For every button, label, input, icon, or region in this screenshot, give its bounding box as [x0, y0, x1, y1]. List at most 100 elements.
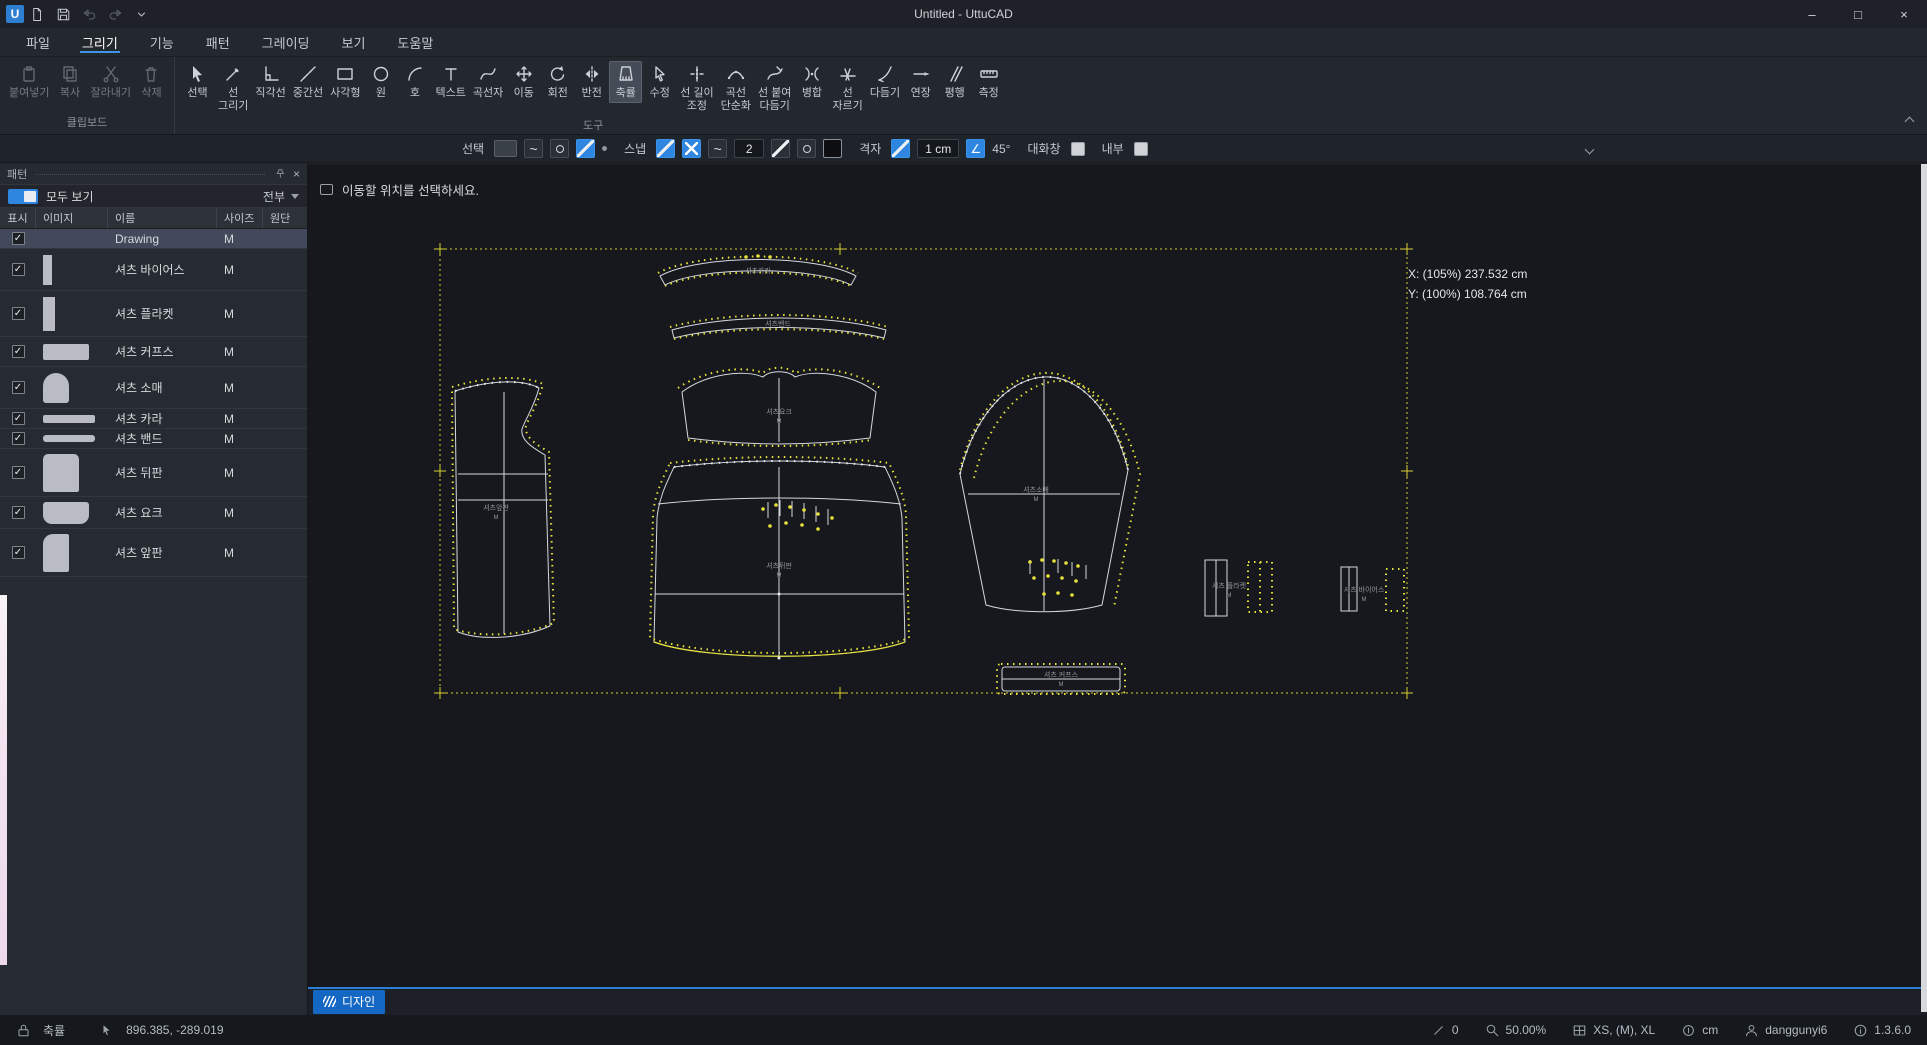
- table-row-front[interactable]: ✓ 셔츠 앞판 M: [0, 529, 307, 577]
- snap-curve-icon[interactable]: [708, 139, 727, 158]
- visibility-checkbox[interactable]: ✓: [12, 307, 25, 320]
- undo-icon[interactable]: [76, 3, 102, 25]
- tool-extend[interactable]: 연장: [904, 61, 937, 103]
- grid-pen-icon[interactable]: [891, 139, 910, 158]
- piece-band[interactable]: 셔츠밴드: [670, 315, 888, 339]
- tool-trim[interactable]: 다듬기: [867, 61, 903, 103]
- tool-text[interactable]: 텍스트: [432, 61, 468, 103]
- delete-button[interactable]: 삭제: [135, 61, 168, 103]
- menu-pattern[interactable]: 패턴: [190, 28, 246, 56]
- piece-sleeve[interactable]: 셔츠소매 M: [960, 373, 1140, 612]
- snap-distance-input[interactable]: 2: [734, 139, 764, 158]
- freehand-select-icon[interactable]: [524, 139, 543, 158]
- tool-arc[interactable]: 호: [398, 61, 431, 103]
- grid-angle-icon[interactable]: [966, 139, 985, 158]
- close-button[interactable]: ×: [1881, 0, 1927, 28]
- table-row-drawing[interactable]: ✓ Drawing M: [0, 229, 307, 249]
- maximize-button[interactable]: □: [1835, 0, 1881, 28]
- col-image[interactable]: 이미지: [36, 208, 108, 228]
- tool-curve-ruler[interactable]: 곡선자: [470, 61, 506, 103]
- tool-select[interactable]: 선택: [181, 61, 214, 103]
- visibility-checkbox[interactable]: ✓: [12, 412, 25, 425]
- piece-back[interactable]: 셔츠뒤판 M: [650, 457, 909, 660]
- col-size[interactable]: 사이즈: [217, 208, 263, 228]
- quickbar-dropdown-icon[interactable]: [128, 3, 154, 25]
- table-row-back[interactable]: ✓ 셔츠 뒤판 M: [0, 449, 307, 497]
- tool-line-attach-trim[interactable]: 선 붙여 다듬기: [755, 61, 794, 115]
- tool-line-length-adjust[interactable]: 선 길이 조정: [677, 61, 716, 115]
- visibility-checkbox[interactable]: ✓: [12, 263, 25, 276]
- image-select-icon[interactable]: [494, 140, 517, 157]
- table-row-cuffs[interactable]: ✓ 셔츠 커프스 M: [0, 337, 307, 367]
- menu-help[interactable]: 도움말: [381, 28, 449, 56]
- tab-design[interactable]: 디자인: [313, 990, 385, 1014]
- table-row-sleeve[interactable]: ✓ 셔츠 소매 M: [0, 367, 307, 409]
- table-row-bias[interactable]: ✓ 셔츠 바이어스 M: [0, 249, 307, 291]
- pattern-canvas[interactable]: 셔츠카라 셔츠밴드 셔츠요크 M: [308, 164, 1922, 988]
- col-fabric[interactable]: 원단: [263, 208, 307, 228]
- drawing-canvas[interactable]: 셔츠카라 셔츠밴드 셔츠요크 M: [308, 164, 1927, 1015]
- tool-rectangle[interactable]: 사각형: [327, 61, 363, 103]
- menu-function[interactable]: 기능: [134, 28, 190, 56]
- snap-pen-icon[interactable]: [656, 139, 675, 158]
- settings-more-icon[interactable]: [1585, 145, 1595, 155]
- tool-line-cut[interactable]: 선 자르기: [829, 61, 865, 115]
- col-name[interactable]: 이름: [108, 208, 217, 228]
- piece-yoke[interactable]: 셔츠요크 M: [678, 368, 880, 446]
- menu-grading[interactable]: 그레이딩: [246, 28, 326, 56]
- menu-view[interactable]: 보기: [326, 28, 382, 56]
- line-select-icon[interactable]: [576, 139, 595, 158]
- unit-control[interactable]: cm: [1681, 1023, 1718, 1038]
- visibility-checkbox[interactable]: ✓: [12, 232, 25, 245]
- grid-angle-value[interactable]: 45°: [992, 142, 1010, 156]
- menu-file[interactable]: 파일: [10, 28, 66, 56]
- piece-collar[interactable]: 셔츠카라: [658, 254, 858, 286]
- cut-button[interactable]: 잘라내기: [87, 61, 133, 103]
- tool-right-angle-line[interactable]: 직각선: [252, 61, 288, 103]
- minimize-button[interactable]: –: [1789, 0, 1835, 28]
- tool-modify[interactable]: 수정: [643, 61, 676, 103]
- tool-circle[interactable]: 원: [364, 61, 397, 103]
- redo-icon[interactable]: [102, 3, 128, 25]
- visibility-checkbox[interactable]: ✓: [12, 466, 25, 479]
- dialog-checkbox[interactable]: [1071, 142, 1085, 156]
- visibility-checkbox[interactable]: ✓: [12, 432, 25, 445]
- node-select-icon[interactable]: [550, 139, 569, 158]
- selection-handles[interactable]: [434, 243, 1413, 699]
- user-account[interactable]: danggunyi6: [1744, 1023, 1827, 1038]
- tool-scale[interactable]: 축률: [609, 61, 642, 103]
- table-row-collar[interactable]: ✓ 셔츠 카라 M: [0, 409, 307, 429]
- visibility-checkbox[interactable]: ✓: [12, 506, 25, 519]
- size-set-control[interactable]: XS, (M), XL: [1572, 1023, 1655, 1038]
- visibility-checkbox[interactable]: ✓: [12, 546, 25, 559]
- tool-middle-line[interactable]: 중간선: [290, 61, 326, 103]
- piece-front[interactable]: 셔츠앞판 M: [452, 378, 554, 637]
- visibility-checkbox[interactable]: ✓: [12, 345, 25, 358]
- zoom-control[interactable]: 50.00%: [1485, 1023, 1547, 1038]
- tool-curve-simplify[interactable]: 곡선 단순화: [718, 61, 754, 115]
- table-row-placket[interactable]: ✓ 셔츠 플라켓 M: [0, 291, 307, 337]
- save-icon[interactable]: [50, 3, 76, 25]
- tool-rotate[interactable]: 회전: [541, 61, 574, 103]
- copy-button[interactable]: 복사: [53, 61, 86, 103]
- show-all-toggle[interactable]: [8, 189, 38, 204]
- snap-color-swatch[interactable]: [823, 139, 842, 158]
- panel-close-icon[interactable]: ×: [293, 167, 300, 181]
- visibility-checkbox[interactable]: ✓: [12, 381, 25, 394]
- pin-icon[interactable]: [274, 168, 286, 180]
- piece-placket[interactable]: 셔츠 플라켓 M: [1205, 560, 1272, 616]
- tool-parallel[interactable]: 평행: [938, 61, 971, 103]
- snap-line-icon[interactable]: [771, 139, 790, 158]
- snap-center-icon[interactable]: [797, 139, 816, 158]
- piece-cuffs[interactable]: 셔츠 커프스 M: [997, 664, 1125, 694]
- piece-bias[interactable]: 셔츠 바이어스 M: [1341, 567, 1404, 611]
- grid-size-input[interactable]: 1 cm: [917, 139, 959, 158]
- paste-button[interactable]: 붙여넣기: [6, 61, 52, 103]
- new-file-icon[interactable]: [24, 3, 50, 25]
- inner-checkbox[interactable]: [1134, 142, 1148, 156]
- tool-merge[interactable]: 병합: [795, 61, 828, 103]
- snap-intersection-icon[interactable]: [682, 139, 701, 158]
- menu-draw[interactable]: 그리기: [66, 28, 134, 56]
- tool-move[interactable]: 이동: [507, 61, 540, 103]
- tool-mirror[interactable]: 반전: [575, 61, 608, 103]
